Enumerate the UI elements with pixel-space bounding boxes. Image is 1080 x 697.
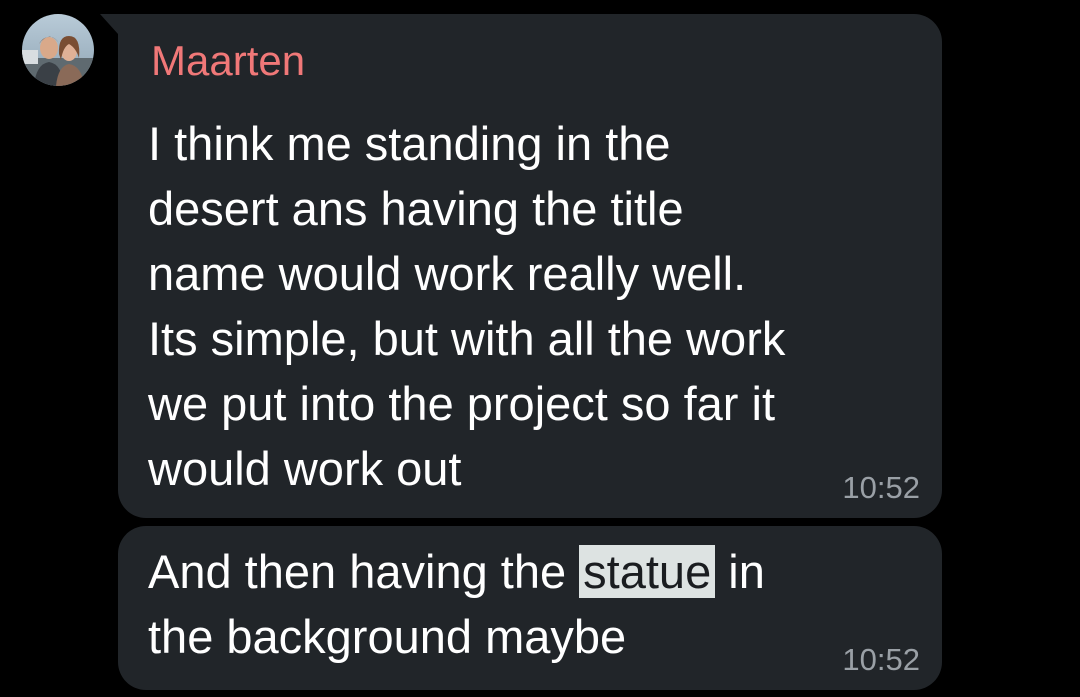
message-timestamp: 10:52 <box>842 642 920 677</box>
message-bubble[interactable]: Maarten I think me standing in the deser… <box>100 14 942 518</box>
sender-name[interactable]: Maarten <box>151 36 305 86</box>
message-timestamp: 10:52 <box>842 470 920 505</box>
message-text: I think me standing in the desert ans ha… <box>148 117 786 495</box>
message-bubble[interactable]: And then having the statue in the backgr… <box>118 526 942 690</box>
message-text: And then having the statue in the backgr… <box>148 539 918 669</box>
message-text-segment: And then having the <box>148 545 580 598</box>
sender-avatar[interactable] <box>22 14 94 86</box>
selected-text-highlight[interactable]: statue <box>579 545 716 598</box>
